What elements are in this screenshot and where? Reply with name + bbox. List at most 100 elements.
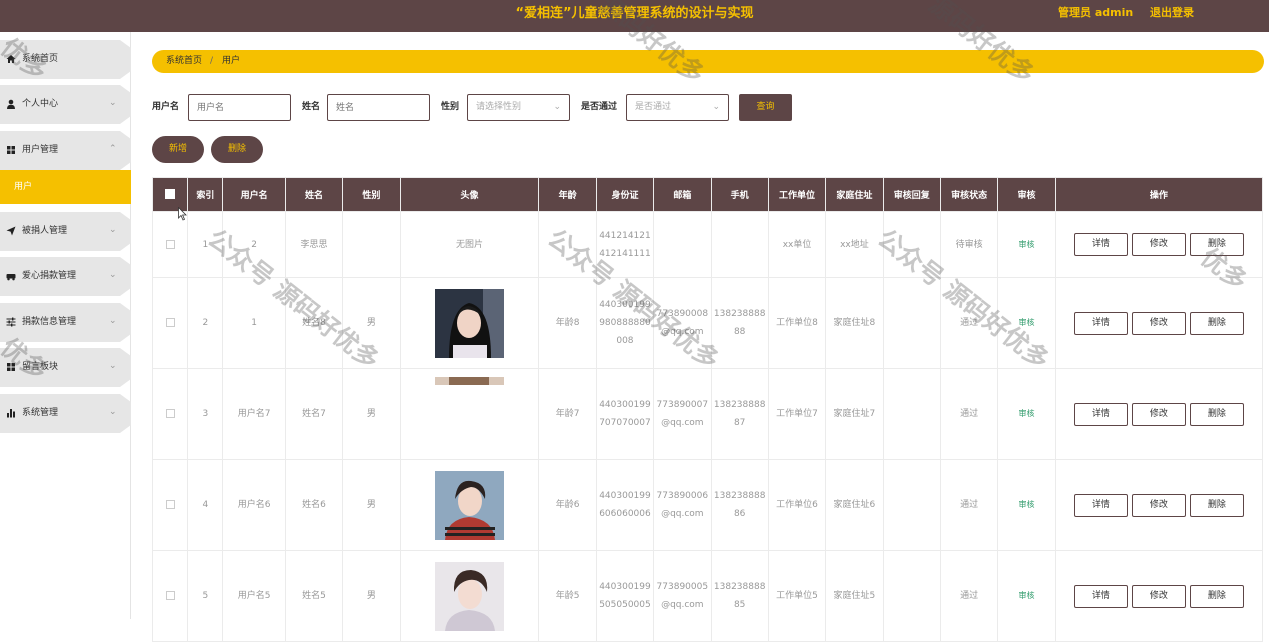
row-checkbox[interactable] <box>165 318 175 327</box>
cell-status: 待审核 <box>939 211 999 278</box>
bar-chart-icon <box>7 409 15 418</box>
detail-button[interactable]: 详情 <box>1073 311 1128 335</box>
cell-email: 773890006@qq.com <box>653 459 712 551</box>
review-link[interactable]: 审核 <box>1018 500 1034 509</box>
sidebar: 系统首页 个人中心 ⌄ 用户管理 ⌃ 用户 被捐人管理 ⌄ 爱心捐款管理 ⌄ 捐… <box>0 32 131 619</box>
sidebar-item-home[interactable]: 系统首页 <box>0 40 131 79</box>
cell-age: 年龄6 <box>538 459 597 551</box>
gender-label: 性别 <box>441 102 460 112</box>
cell-avatar <box>399 550 540 642</box>
delete-button[interactable]: 删除 <box>1189 311 1244 335</box>
passed-select[interactable]: 是否通过 ⌄ <box>626 94 729 121</box>
admin-label: 管理员 admin <box>1058 6 1134 19</box>
sidebar-item-profile[interactable]: 个人中心 ⌄ <box>0 85 131 124</box>
review-link[interactable]: 审核 <box>1018 318 1034 327</box>
cell-age: 年龄5 <box>538 550 597 642</box>
avatar-image[interactable] <box>434 561 504 631</box>
name-input[interactable] <box>327 94 430 121</box>
cell-id-card: 440300199606060006 <box>595 459 655 551</box>
row-checkbox[interactable] <box>165 500 175 509</box>
column-header[interactable]: 审核 <box>997 177 1056 212</box>
cell-username: 用户名6 <box>222 459 286 551</box>
cell-gender: 男 <box>342 277 401 369</box>
sidebar-item-users[interactable]: 用户管理 ⌃ <box>0 131 131 170</box>
column-header[interactable]: 审核状态 <box>939 177 999 212</box>
cell-name: 姓名7 <box>284 368 344 460</box>
row-checkbox[interactable] <box>165 409 175 418</box>
detail-button[interactable]: 详情 <box>1073 402 1128 426</box>
batch-delete-button[interactable]: 删除 <box>211 136 263 163</box>
breadcrumb-home[interactable]: 系统首页 <box>166 50 202 73</box>
table-row: 2 1 姓名8 男 年龄8 440300199980888880008 7738… <box>151 277 1264 369</box>
column-header[interactable]: 性别 <box>342 177 401 212</box>
select-all-checkbox[interactable] <box>165 189 176 200</box>
cell-status: 通过 <box>939 368 999 460</box>
sliders-icon <box>6 317 16 327</box>
logout-link[interactable]: 退出登录 <box>1150 0 1194 26</box>
column-header[interactable]: 年龄 <box>538 177 597 212</box>
sidebar-subitem-label: 用户 <box>14 182 33 192</box>
username-input[interactable] <box>188 94 291 121</box>
sidebar-item-system[interactable]: 系统管理 ⌄ <box>0 394 131 433</box>
edit-button[interactable]: 修改 <box>1131 233 1186 256</box>
column-header[interactable]: 索引 <box>187 177 224 212</box>
row-checkbox[interactable] <box>165 239 175 249</box>
cell-username: 用户名7 <box>222 368 286 460</box>
top-bar: “爱相连”儿童慈善管理系统的设计与实现 管理员 admin 退出登录 <box>0 0 1269 32</box>
sidebar-item-label: 用户管理 <box>22 145 59 155</box>
detail-button[interactable]: 详情 <box>1073 493 1128 517</box>
sidebar-item-messages[interactable]: 留言板块 ⌄ <box>0 348 131 387</box>
delete-button[interactable]: 删除 <box>1189 493 1244 517</box>
sidebar-item-label: 个人中心 <box>22 99 59 109</box>
column-header[interactable]: 邮箱 <box>653 177 712 212</box>
column-header[interactable]: 身份证 <box>595 177 655 212</box>
column-header[interactable]: 用户名 <box>222 177 286 212</box>
delete-button[interactable]: 删除 <box>1189 402 1244 426</box>
breadcrumb: 系统首页 / 用户 <box>152 50 1264 73</box>
column-header[interactable]: 家庭住址 <box>825 177 884 212</box>
cell-address: 家庭住址8 <box>825 277 884 369</box>
avatar-image[interactable] <box>434 377 504 385</box>
sidebar-item-label: 系统首页 <box>22 54 59 64</box>
sidebar-subitem-user[interactable]: 用户 <box>0 170 131 204</box>
query-button[interactable]: 查询 <box>739 94 792 121</box>
column-header[interactable]: 手机 <box>710 177 769 212</box>
gender-select[interactable]: 请选择性别 ⌄ <box>467 94 570 121</box>
cell-status: 通过 <box>939 277 999 369</box>
row-checkbox[interactable] <box>165 591 175 600</box>
column-header[interactable]: 工作单位 <box>767 177 827 212</box>
name-label: 姓名 <box>302 102 321 112</box>
review-link[interactable]: 审核 <box>1018 409 1034 418</box>
detail-button[interactable]: 详情 <box>1073 233 1128 256</box>
add-button[interactable]: 新增 <box>152 136 204 163</box>
edit-button[interactable]: 修改 <box>1131 584 1186 608</box>
avatar-image[interactable] <box>434 470 504 540</box>
edit-button[interactable]: 修改 <box>1131 402 1186 426</box>
review-link[interactable]: 审核 <box>1018 240 1034 249</box>
sidebar-item-label: 留言板块 <box>22 362 59 372</box>
review-link[interactable]: 审核 <box>1018 591 1034 600</box>
username-label: 用户名 <box>152 102 180 112</box>
chevron-down-icon: ⌄ <box>553 102 561 112</box>
cell-email: 773890005@qq.com <box>653 550 712 642</box>
cell-reply <box>882 550 941 642</box>
send-icon <box>6 226 16 236</box>
cell-avatar <box>399 277 540 369</box>
gender-select-placeholder: 请选择性别 <box>476 102 522 112</box>
edit-button[interactable]: 修改 <box>1131 493 1186 517</box>
sidebar-item-donation-info[interactable]: 捐款信息管理 ⌄ <box>0 303 131 342</box>
delete-button[interactable]: 删除 <box>1189 584 1244 608</box>
cell-index: 3 <box>187 368 224 460</box>
column-header[interactable]: 头像 <box>399 177 540 212</box>
sidebar-item-donations[interactable]: 爱心捐款管理 ⌄ <box>0 257 131 296</box>
edit-button[interactable]: 修改 <box>1131 311 1186 335</box>
detail-button[interactable]: 详情 <box>1073 584 1128 608</box>
sidebar-item-recipients[interactable]: 被捐人管理 ⌄ <box>0 212 131 251</box>
cell-work: 工作单位5 <box>767 550 827 642</box>
avatar-image[interactable] <box>434 288 504 358</box>
delete-button[interactable]: 删除 <box>1189 233 1244 256</box>
column-header[interactable]: 审核回复 <box>882 177 941 212</box>
cell-age <box>538 211 597 278</box>
cell-phone: 13823888886 <box>710 459 769 551</box>
column-header[interactable]: 姓名 <box>284 177 344 212</box>
